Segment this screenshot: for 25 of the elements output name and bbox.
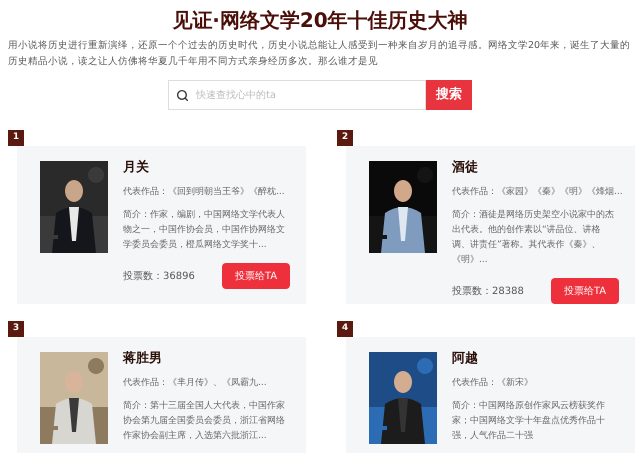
rank-badge: 1 <box>8 130 24 146</box>
works-text: 代表作品：《家园》《秦》《明》《烽烟... <box>452 186 623 198</box>
author-name: 阿越 <box>452 350 479 368</box>
rank-badge: 4 <box>337 321 353 337</box>
vote-button[interactable]: 投票给TA <box>222 263 290 289</box>
author-name: 蒋胜男 <box>123 350 163 368</box>
page-title: 见证·网络文学20年十佳历史大神 <box>171 7 469 34</box>
bio-text: 简介：第十三届全国人大代表，中国作家协会第九届全国委员会委员，浙江省网络作家协会副主席，入选第六批浙江... <box>123 400 286 443</box>
rank-badge: 2 <box>337 130 353 146</box>
works-text: 代表作品：《回到明朝当王爷》《醉枕... <box>123 186 285 198</box>
author-name: 酒徒 <box>452 159 479 177</box>
search-button[interactable]: 搜索 <box>426 80 472 110</box>
search-icon <box>176 89 189 102</box>
vote-count: 投票数：28388 <box>452 284 524 298</box>
works-text: 代表作品：《新宋》 <box>452 377 533 389</box>
vote-button[interactable]: 投票给TA <box>551 278 619 304</box>
bio-text: 简介：作家，编剧，中国网络文学代表人物之一，中国作协会员，中国作协网络文学委员会委员，橙瓜网络文学奖十... <box>123 208 286 252</box>
bio-text: 简介：中国网络原创作家风云榜获奖作家；中国网络文学十年盘点优秀作品十强，人气作品二十强 <box>452 400 606 443</box>
vote-count: 投票数：36896 <box>123 270 195 284</box>
works-text: 代表作品：《芈月传》、《凤霸九... <box>123 377 267 389</box>
rank-badge: 3 <box>8 321 24 337</box>
intro-text: 用小说将历史进行重新演绎，还原一个个过去的历史时代，历史小说总能让人感受到一种来自岁月的追寻感。网络文学20年来，诞生了大量的历史精品小说，读之让人仿佛将华夏几千年用不同方式亲身经历多次。那么谁才是见 <box>7 39 632 69</box>
author-name: 月关 <box>123 159 150 177</box>
bio-text: 简介：酒徒是网络历史架空小说家中的杰出代表。他的创作素以“讲品位、讲格调、讲责任”著称。其代表作《秦》、《明》... <box>452 208 615 267</box>
search-field[interactable]: 快速查找心中的ta <box>168 80 426 110</box>
